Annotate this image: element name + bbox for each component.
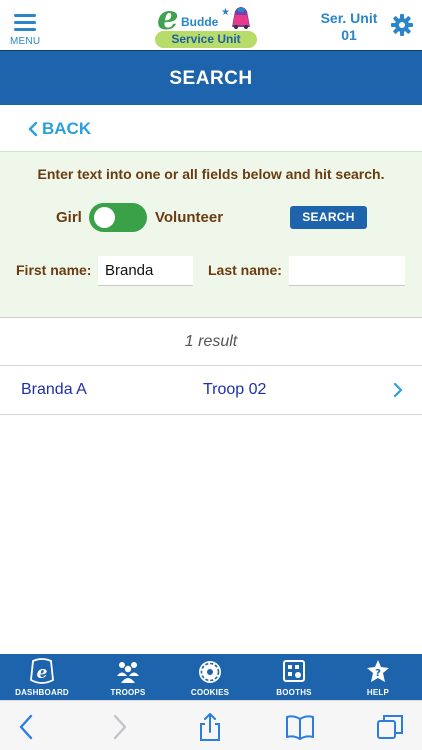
- logo-brand: Budde: [181, 15, 219, 29]
- first-name-input[interactable]: [98, 256, 193, 286]
- booth-icon: [283, 660, 305, 682]
- browser-toolbar: [0, 700, 422, 750]
- logo-subtitle: Service Unit: [155, 31, 257, 48]
- share-icon[interactable]: [195, 713, 225, 741]
- nav-booths[interactable]: BOOTHS: [252, 654, 336, 700]
- menu-button[interactable]: MENU: [8, 12, 42, 48]
- cookie-icon: [199, 661, 221, 683]
- tabs-icon[interactable]: [375, 713, 405, 741]
- chevron-left-icon: [28, 121, 38, 137]
- bookmarks-icon[interactable]: [285, 713, 315, 741]
- unit-line-1: Ser. Unit: [320, 10, 378, 26]
- unit-line-2: 01: [341, 27, 357, 43]
- nav-label: TROOPS: [110, 688, 146, 697]
- service-unit-label[interactable]: Ser. Unit 01: [316, 10, 382, 44]
- back-button[interactable]: BACK: [28, 118, 91, 140]
- bottom-nav: e DASHBOARD TROOPS COOKIES BOOTHS ? HELP: [0, 654, 422, 700]
- page-title: SEARCH: [169, 68, 253, 89]
- last-name-label: Last name:: [208, 262, 282, 278]
- nav-help[interactable]: ? HELP: [336, 654, 420, 700]
- toggle-knob: [94, 207, 115, 228]
- help-icon: ?: [367, 660, 389, 682]
- nav-label: BOOTHS: [276, 688, 312, 697]
- svg-text:?: ?: [375, 668, 381, 679]
- chevron-right-icon: [393, 383, 403, 397]
- title-bar: SEARCH: [0, 50, 422, 105]
- nav-label: COOKIES: [190, 688, 230, 697]
- troops-icon: [117, 662, 139, 683]
- cookie-cart-icon: [232, 7, 250, 29]
- gear-icon[interactable]: [390, 13, 414, 37]
- search-instructions: Enter text into one or all fields below …: [37, 166, 385, 182]
- result-name: Branda A: [21, 381, 87, 398]
- hamburger-icon: [14, 14, 36, 35]
- back-label: BACK: [42, 119, 92, 138]
- search-button[interactable]: SEARCH: [290, 206, 367, 229]
- result-count: 1 result: [0, 318, 422, 366]
- toggle-label-girl: Girl: [56, 209, 82, 226]
- ebudde-logo-icon: e: [30, 658, 54, 684]
- logo-e-letter: e: [157, 0, 179, 38]
- ebudde-logo: e Budde ★ Service Unit: [155, 1, 260, 49]
- nav-label: HELP: [366, 688, 390, 697]
- search-panel: Enter text into one or all fields below …: [0, 151, 422, 318]
- girl-volunteer-toggle[interactable]: [89, 203, 147, 232]
- top-header: MENU e Budde ★ Service Unit Ser. Unit 01: [0, 0, 422, 50]
- browser-back-icon[interactable]: [12, 713, 42, 741]
- nav-dashboard[interactable]: e DASHBOARD: [0, 654, 84, 700]
- nav-troops[interactable]: TROOPS: [86, 654, 170, 700]
- first-name-label: First name:: [16, 262, 92, 278]
- toggle-label-volunteer: Volunteer: [155, 209, 224, 226]
- menu-label: MENU: [10, 36, 41, 47]
- result-troop: Troop 02: [203, 381, 267, 398]
- nav-label: DASHBOARD: [15, 688, 69, 697]
- table-row[interactable]: Branda A Troop 02: [0, 366, 422, 415]
- svg-text:e: e: [37, 663, 48, 683]
- last-name-input[interactable]: [289, 256, 405, 286]
- browser-forward-icon[interactable]: [104, 713, 134, 741]
- back-row: BACK: [0, 105, 422, 151]
- nav-cookies[interactable]: COOKIES: [168, 654, 252, 700]
